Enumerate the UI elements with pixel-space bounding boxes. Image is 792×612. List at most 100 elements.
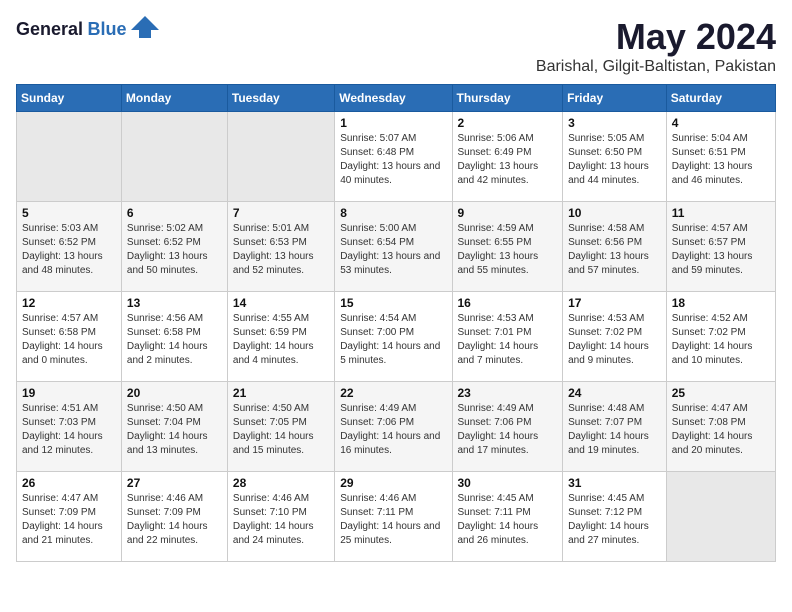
day-number: 16 <box>458 296 558 310</box>
day-number: 21 <box>233 386 329 400</box>
calendar-cell <box>227 112 334 202</box>
day-number: 14 <box>233 296 329 310</box>
calendar-cell: 24Sunrise: 4:48 AMSunset: 7:07 PMDayligh… <box>563 382 667 472</box>
calendar-cell: 28Sunrise: 4:46 AMSunset: 7:10 PMDayligh… <box>227 472 334 562</box>
day-number: 26 <box>22 476 116 490</box>
day-number: 17 <box>568 296 661 310</box>
day-number: 5 <box>22 206 116 220</box>
calendar-cell: 18 Sunrise: 4:52 AMSunset: 7:02 PMDayligh… <box>666 292 775 382</box>
page-header: General Blue May 2024 Barishal, Gilgit-B… <box>16 16 776 76</box>
calendar-cell: 19 Sunrise: 4:51 AMSunset: 7:03 PMDayligh… <box>17 382 122 472</box>
day-number: 10 <box>568 206 661 220</box>
logo-blue: Blue <box>88 19 127 39</box>
day-number: 12 <box>22 296 116 310</box>
day-number: 20 <box>127 386 222 400</box>
calendar-cell <box>121 112 227 202</box>
calendar-cell: 4 Sunrise: 5:04 AMSunset: 6:51 PMDaylight… <box>666 112 775 202</box>
day-number: 22 <box>340 386 446 400</box>
calendar-cell: 30Sunrise: 4:45 AMSunset: 7:11 PMDayligh… <box>452 472 563 562</box>
day-number: 31 <box>568 476 661 490</box>
day-info: Sunrise: 5:05 AMSunset: 6:50 PMDaylight:… <box>568 132 661 188</box>
day-info: Sunrise: 4:46 AMSunset: 7:11 PMDaylight:… <box>340 492 446 548</box>
day-info: Sunrise: 4:45 AMSunset: 7:12 PMDaylight:… <box>568 492 661 548</box>
calendar-cell: 21 Sunrise: 4:50 AMSunset: 7:05 PMDayligh… <box>227 382 334 472</box>
calendar-cell: 10 Sunrise: 4:58 AMSunset: 6:56 PMDayligh… <box>563 202 667 292</box>
day-number: 3 <box>568 116 661 130</box>
day-info: Sunrise: 4:57 AMSunset: 6:57 PMDaylight:… <box>672 222 770 278</box>
calendar-cell: 15Sunrise: 4:54 AMSunset: 7:00 PMDayligh… <box>335 292 452 382</box>
logo: General Blue <box>16 16 159 43</box>
day-info: Sunrise: 4:47 AMSunset: 7:09 PMDaylight:… <box>22 492 116 548</box>
day-number: 1 <box>340 116 446 130</box>
day-number: 27 <box>127 476 222 490</box>
calendar-cell: 5 Sunrise: 5:03 AMSunset: 6:52 PMDaylight… <box>17 202 122 292</box>
day-info: Sunrise: 5:02 AMSunset: 6:52 PMDaylight:… <box>127 222 222 278</box>
calendar-week-row: 26 Sunrise: 4:47 AMSunset: 7:09 PMDayligh… <box>17 472 776 562</box>
day-info: Sunrise: 4:49 AMSunset: 7:06 PMDaylight:… <box>340 402 446 458</box>
day-info: Sunrise: 4:49 AMSunset: 7:06 PMDaylight:… <box>458 402 558 458</box>
day-info: Sunrise: 4:46 AMSunset: 7:09 PMDaylight:… <box>127 492 222 548</box>
header-friday: Friday <box>563 85 667 112</box>
day-info: Sunrise: 4:58 AMSunset: 6:56 PMDaylight:… <box>568 222 661 278</box>
day-number: 2 <box>458 116 558 130</box>
day-number: 18 <box>672 296 770 310</box>
title-block: May 2024 Barishal, Gilgit-Baltistan, Pak… <box>536 16 776 76</box>
calendar-cell: 9 Sunrise: 4:59 AMSunset: 6:55 PMDaylight… <box>452 202 563 292</box>
header-wednesday: Wednesday <box>335 85 452 112</box>
calendar-cell: 14Sunrise: 4:55 AMSunset: 6:59 PMDayligh… <box>227 292 334 382</box>
day-info: Sunrise: 4:59 AMSunset: 6:55 PMDaylight:… <box>458 222 558 278</box>
calendar-cell: 27 Sunrise: 4:46 AMSunset: 7:09 PMDayligh… <box>121 472 227 562</box>
day-info: Sunrise: 4:47 AMSunset: 7:08 PMDaylight:… <box>672 402 770 458</box>
header-tuesday: Tuesday <box>227 85 334 112</box>
calendar-cell: 6 Sunrise: 5:02 AMSunset: 6:52 PMDaylight… <box>121 202 227 292</box>
day-info: Sunrise: 4:54 AMSunset: 7:00 PMDaylight:… <box>340 312 446 368</box>
day-number: 29 <box>340 476 446 490</box>
day-number: 4 <box>672 116 770 130</box>
day-info: Sunrise: 5:06 AMSunset: 6:49 PMDaylight:… <box>458 132 558 188</box>
weekday-header-row: Sunday Monday Tuesday Wednesday Thursday… <box>17 85 776 112</box>
calendar-cell: 11 Sunrise: 4:57 AMSunset: 6:57 PMDayligh… <box>666 202 775 292</box>
day-info: Sunrise: 4:53 AMSunset: 7:02 PMDaylight:… <box>568 312 661 368</box>
calendar-cell: 29 Sunrise: 4:46 AMSunset: 7:11 PMDayligh… <box>335 472 452 562</box>
calendar-week-row: 19 Sunrise: 4:51 AMSunset: 7:03 PMDayligh… <box>17 382 776 472</box>
logo-icon <box>131 16 159 43</box>
day-info: Sunrise: 4:52 AMSunset: 7:02 PMDaylight:… <box>672 312 770 368</box>
day-info: Sunrise: 4:50 AMSunset: 7:05 PMDaylight:… <box>233 402 329 458</box>
day-number: 6 <box>127 206 222 220</box>
calendar-cell: 16Sunrise: 4:53 AMSunset: 7:01 PMDayligh… <box>452 292 563 382</box>
day-info: Sunrise: 4:48 AMSunset: 7:07 PMDaylight:… <box>568 402 661 458</box>
calendar-cell: 1 Sunrise: 5:07 AMSunset: 6:48 PMDaylight… <box>335 112 452 202</box>
day-number: 11 <box>672 206 770 220</box>
day-number: 13 <box>127 296 222 310</box>
calendar-cell: 23 Sunrise: 4:49 AMSunset: 7:06 PMDayligh… <box>452 382 563 472</box>
day-info: Sunrise: 5:07 AMSunset: 6:48 PMDaylight:… <box>340 132 446 188</box>
calendar-cell: 17 Sunrise: 4:53 AMSunset: 7:02 PMDayligh… <box>563 292 667 382</box>
calendar-week-row: 5 Sunrise: 5:03 AMSunset: 6:52 PMDaylight… <box>17 202 776 292</box>
calendar-cell: 13Sunrise: 4:56 AMSunset: 6:58 PMDayligh… <box>121 292 227 382</box>
day-info: Sunrise: 5:04 AMSunset: 6:51 PMDaylight:… <box>672 132 770 188</box>
calendar-subtitle: Barishal, Gilgit-Baltistan, Pakistan <box>536 58 776 76</box>
calendar-cell: 31 Sunrise: 4:45 AMSunset: 7:12 PMDayligh… <box>563 472 667 562</box>
logo-general: General <box>16 19 83 39</box>
day-number: 23 <box>458 386 558 400</box>
header-monday: Monday <box>121 85 227 112</box>
calendar-cell: 12Sunrise: 4:57 AMSunset: 6:58 PMDayligh… <box>17 292 122 382</box>
day-info: Sunrise: 4:51 AMSunset: 7:03 PMDaylight:… <box>22 402 116 458</box>
calendar-week-row: 1 Sunrise: 5:07 AMSunset: 6:48 PMDaylight… <box>17 112 776 202</box>
calendar-cell: 3 Sunrise: 5:05 AMSunset: 6:50 PMDaylight… <box>563 112 667 202</box>
day-number: 19 <box>22 386 116 400</box>
calendar-cell <box>666 472 775 562</box>
day-number: 30 <box>458 476 558 490</box>
calendar-title: May 2024 <box>536 16 776 58</box>
calendar-cell <box>17 112 122 202</box>
calendar-cell: 20Sunrise: 4:50 AMSunset: 7:04 PMDayligh… <box>121 382 227 472</box>
day-info: Sunrise: 4:46 AMSunset: 7:10 PMDaylight:… <box>233 492 329 548</box>
header-sunday: Sunday <box>17 85 122 112</box>
day-number: 9 <box>458 206 558 220</box>
day-info: Sunrise: 5:03 AMSunset: 6:52 PMDaylight:… <box>22 222 116 278</box>
calendar-week-row: 12Sunrise: 4:57 AMSunset: 6:58 PMDayligh… <box>17 292 776 382</box>
calendar-cell: 26 Sunrise: 4:47 AMSunset: 7:09 PMDayligh… <box>17 472 122 562</box>
calendar-cell: 2 Sunrise: 5:06 AMSunset: 6:49 PMDaylight… <box>452 112 563 202</box>
day-info: Sunrise: 5:00 AMSunset: 6:54 PMDaylight:… <box>340 222 446 278</box>
day-number: 7 <box>233 206 329 220</box>
